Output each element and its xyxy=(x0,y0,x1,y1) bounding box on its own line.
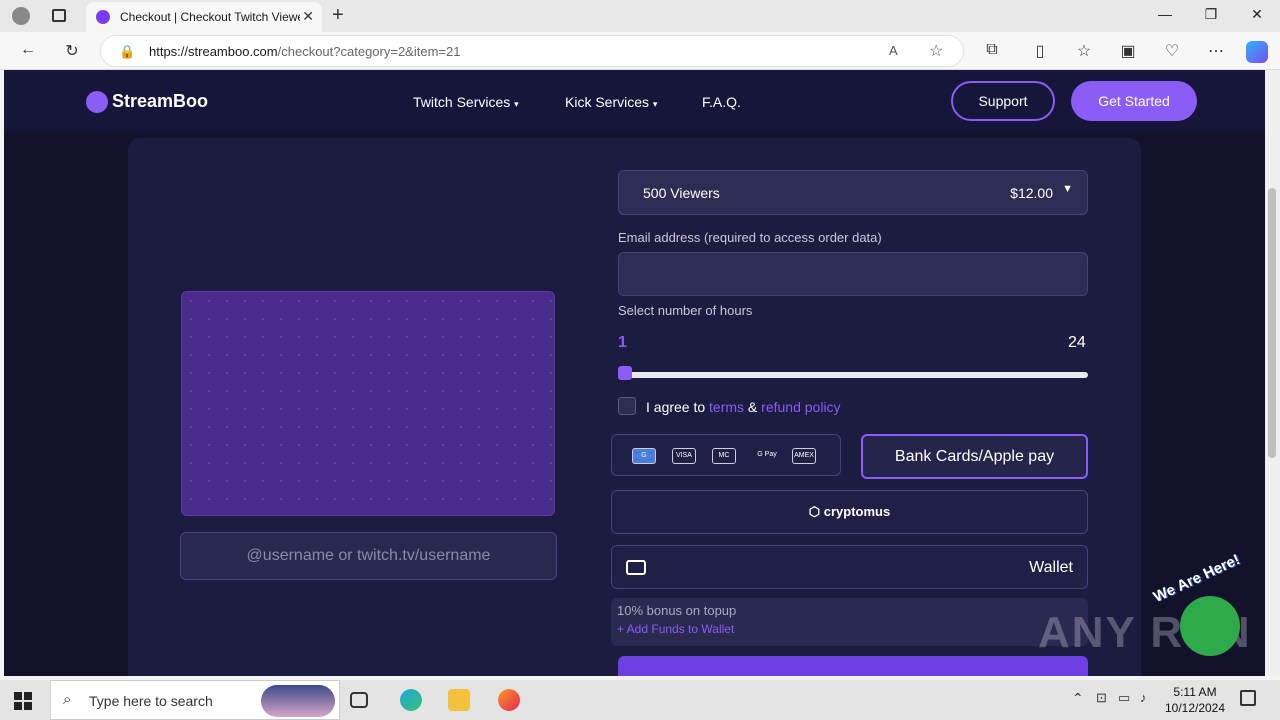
agree-checkbox[interactable] xyxy=(618,397,636,415)
site-logo[interactable]: StreamBoo xyxy=(112,91,208,112)
hours-max-value: 24 xyxy=(1068,334,1086,351)
nav-faq[interactable]: F.A.Q. xyxy=(702,94,741,110)
agree-prefix: I agree to xyxy=(646,399,710,415)
cube-icon: ⬡ xyxy=(808,504,824,519)
notifications-icon[interactable] xyxy=(1240,690,1256,706)
ethernet-icon[interactable]: ▭ xyxy=(1118,690,1130,706)
network-icon[interactable]: ⊡ xyxy=(1096,690,1107,706)
search-placeholder: Type here to search xyxy=(89,693,213,709)
agree-text: I agree to terms & refund policy xyxy=(646,399,841,415)
favorites-icon[interactable]: ☆ xyxy=(1072,41,1096,61)
wallet-label: Wallet xyxy=(1029,559,1073,576)
agree-and: & xyxy=(744,399,762,415)
chevron-down-icon: ▾ xyxy=(514,99,519,109)
split-screen-icon[interactable]: ▯ xyxy=(1028,41,1052,61)
nav-kick-services[interactable]: Kick Services ▾ xyxy=(565,94,657,110)
site-header: StreamBoo Twitch Services ▾ Kick Service… xyxy=(4,70,1265,132)
url-domain: https://streamboo.com xyxy=(149,44,278,59)
streamboo-favicon-icon xyxy=(96,10,110,24)
caret-down-icon: ▼ xyxy=(1062,183,1073,195)
bonus-text: 10% bonus on topup xyxy=(617,603,737,618)
lock-icon[interactable]: 🔒 xyxy=(119,44,135,60)
minimize-icon[interactable]: — xyxy=(1150,6,1180,22)
url-text[interactable]: https://streamboo.com/checkout?category=… xyxy=(149,44,460,59)
clock-time: 5:11 AM xyxy=(1173,685,1217,699)
stream-preview xyxy=(181,291,555,516)
google-pay-card-icon: G xyxy=(632,448,656,464)
taskbar-clock[interactable]: 5:11 AM 10/12/2024 xyxy=(1160,684,1230,716)
payment-methods-icons[interactable]: G VISA MC G Pay AMEX xyxy=(611,434,841,476)
package-name: 500 Viewers xyxy=(643,185,720,201)
browser-tab-bar: Checkout | Checkout Twitch Viewers ✕ + —… xyxy=(0,0,1280,32)
support-button[interactable]: Support xyxy=(951,81,1055,121)
place-order-button[interactable] xyxy=(618,656,1088,676)
extensions-icon[interactable]: ⧉ xyxy=(980,41,1004,59)
performance-icon[interactable]: ♡ xyxy=(1160,41,1184,61)
visa-icon: VISA xyxy=(672,448,696,464)
bank-cards-apple-pay-button[interactable]: Bank Cards/Apple pay xyxy=(861,434,1088,479)
username-input[interactable]: @username or twitch.tv/username xyxy=(180,532,557,580)
taskbar-search-box[interactable]: ⌕ Type here to search xyxy=(50,680,340,720)
search-icon: ⌕ xyxy=(63,691,72,708)
amex-icon: AMEX xyxy=(792,448,816,464)
wallet-button[interactable]: Wallet xyxy=(611,545,1088,589)
task-view-icon[interactable] xyxy=(350,692,368,708)
tab-actions-icon[interactable] xyxy=(52,9,66,22)
url-path: /checkout?category=2&item=21 xyxy=(277,44,461,59)
email-label: Email address (required to access order … xyxy=(618,230,882,245)
cryptomus-button[interactable]: ⬡ cryptomus xyxy=(611,490,1088,534)
close-tab-icon[interactable]: ✕ xyxy=(302,8,314,25)
clock-date: 10/12/2024 xyxy=(1164,701,1226,715)
get-started-button[interactable]: Get Started xyxy=(1071,81,1197,121)
address-bar-row: ← ↻ 🔒 https://streamboo.com/checkout?cat… xyxy=(0,32,1280,70)
refund-policy-link[interactable]: refund policy xyxy=(761,399,840,415)
wallet-icon xyxy=(626,560,646,575)
restore-icon[interactable]: ❐ xyxy=(1196,6,1226,23)
favorite-star-icon[interactable]: ☆ xyxy=(929,41,943,61)
firefox-icon[interactable] xyxy=(498,689,520,711)
streamboo-logo-icon[interactable] xyxy=(86,91,108,113)
refresh-icon[interactable]: ↻ xyxy=(60,41,84,61)
close-window-icon[interactable]: ✕ xyxy=(1242,6,1272,23)
copilot-icon[interactable] xyxy=(1246,41,1268,63)
profile-icon[interactable] xyxy=(12,7,30,25)
read-aloud-icon[interactable]: A xyxy=(889,43,898,58)
mastercard-icon: MC xyxy=(712,448,736,464)
hours-slider-handle[interactable] xyxy=(618,366,632,380)
edge-icon[interactable] xyxy=(400,689,422,711)
back-icon[interactable]: ← xyxy=(16,41,40,59)
support-chat-avatar[interactable] xyxy=(1180,596,1240,656)
windows-taskbar: ⌕ Type here to search ⌃ ⊡ ▭ ♪ 5:11 AM 10… xyxy=(0,680,1280,720)
hours-label: Select number of hours xyxy=(618,303,753,318)
search-highlight-image xyxy=(261,685,335,717)
web-page: StreamBoo Twitch Services ▾ Kick Service… xyxy=(4,70,1265,676)
nav-twitch-services[interactable]: Twitch Services ▾ xyxy=(413,94,519,110)
tab-checkout[interactable]: Checkout | Checkout Twitch Viewers ✕ xyxy=(86,2,322,32)
hours-slider-track[interactable] xyxy=(618,372,1088,378)
package-price: $12.00 xyxy=(1010,185,1053,201)
add-funds-link[interactable]: + Add Funds to Wallet xyxy=(617,622,734,636)
chevron-down-icon: ▾ xyxy=(652,99,658,109)
volume-icon[interactable]: ♪ xyxy=(1140,690,1147,705)
new-tab-icon[interactable]: + xyxy=(332,4,344,27)
cryptomus-label: cryptomus xyxy=(823,504,891,519)
address-bar[interactable]: 🔒 https://streamboo.com/checkout?categor… xyxy=(100,35,964,67)
windows-start-icon[interactable] xyxy=(14,692,32,710)
tray-chevron-icon[interactable]: ⌃ xyxy=(1072,690,1084,707)
wallet-bonus-panel: 10% bonus on topup + Add Funds to Wallet xyxy=(611,598,1088,646)
email-field[interactable] xyxy=(618,252,1088,296)
hours-min-value: 1 xyxy=(618,334,627,351)
gpay-icon: G Pay xyxy=(757,451,777,458)
tab-title: Checkout | Checkout Twitch Viewers xyxy=(120,10,300,24)
terms-link[interactable]: terms xyxy=(709,399,744,415)
more-menu-icon[interactable]: ⋯ xyxy=(1204,41,1228,61)
package-select[interactable]: 500 Viewers $12.00 ▼ xyxy=(618,170,1088,215)
file-explorer-icon[interactable] xyxy=(448,689,470,711)
collections-icon[interactable]: ▣ xyxy=(1116,41,1140,61)
nav-twitch-label: Twitch Services xyxy=(413,94,511,110)
scrollbar-thumb[interactable] xyxy=(1268,188,1276,458)
nav-kick-label: Kick Services xyxy=(565,94,650,110)
